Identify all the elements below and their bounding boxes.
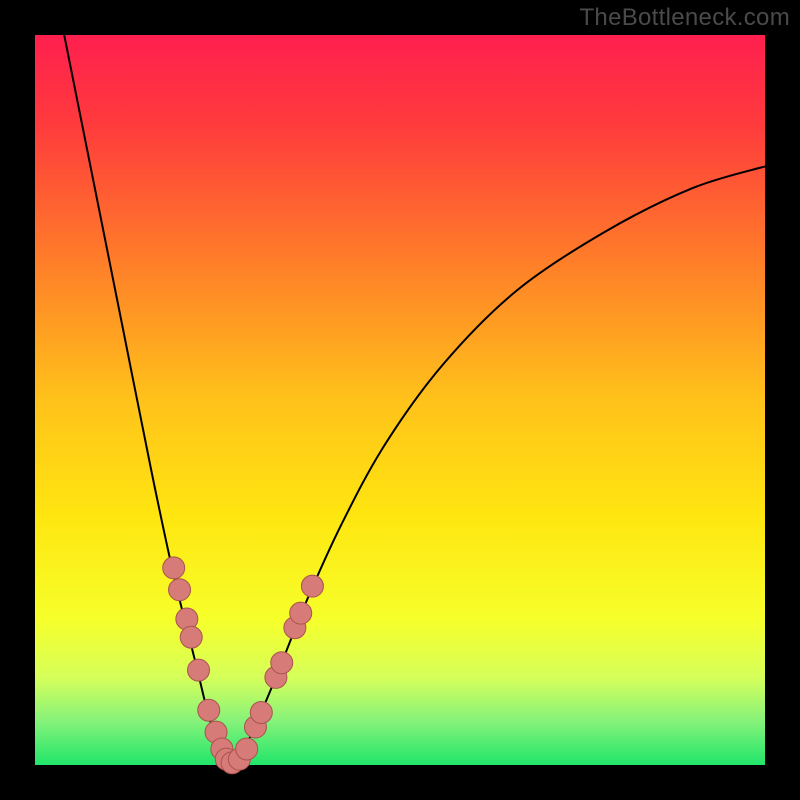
highlight-dot — [180, 626, 202, 648]
watermark-text: TheBottleneck.com — [579, 4, 790, 32]
highlight-dot — [198, 699, 220, 721]
plot-background — [35, 35, 765, 765]
highlight-dot — [250, 701, 272, 723]
highlight-dot — [236, 738, 258, 760]
bottleneck-plot — [0, 0, 800, 800]
highlight-dot — [163, 557, 185, 579]
highlight-dot — [301, 575, 323, 597]
highlight-dot — [188, 659, 210, 681]
highlight-dot — [290, 602, 312, 624]
chart-stage: TheBottleneck.com — [0, 0, 800, 800]
highlight-dot — [271, 652, 293, 674]
highlight-dot — [169, 579, 191, 601]
